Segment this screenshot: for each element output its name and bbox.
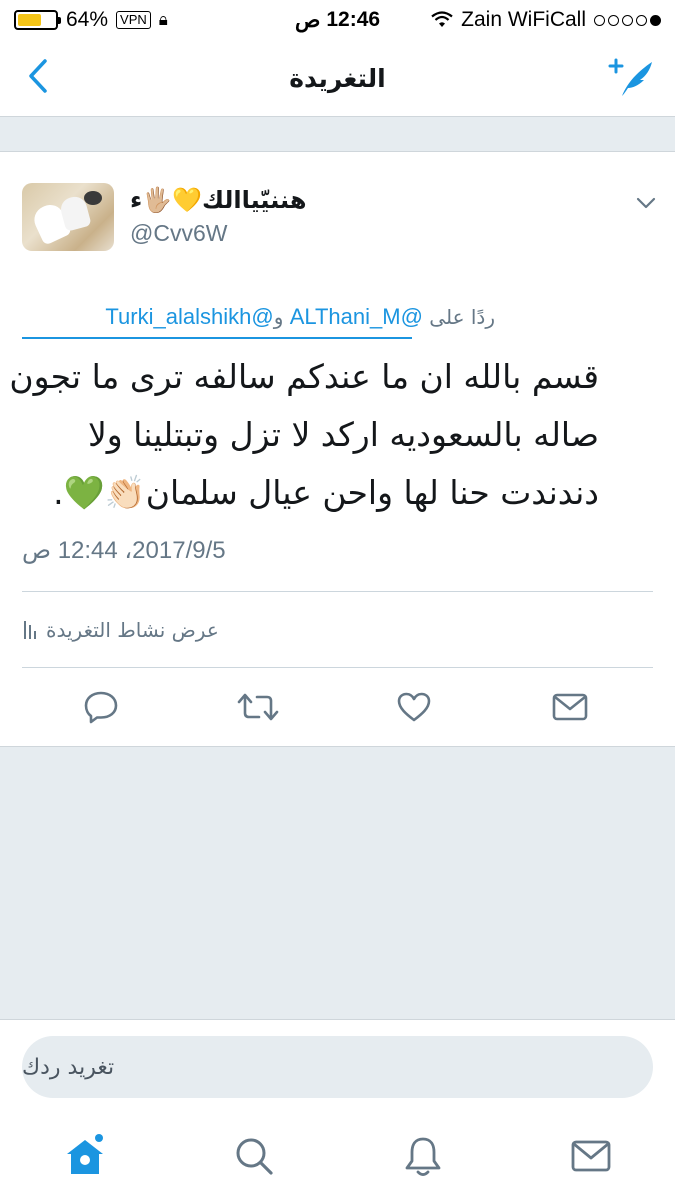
carrier-name: Zain WiFiCall — [461, 8, 586, 31]
retweet-icon — [237, 693, 279, 721]
chevron-left-icon — [29, 59, 47, 93]
mention-underline — [22, 337, 412, 339]
reply-bar: تغريد ردك — [0, 1020, 675, 1120]
tweet-options-button[interactable] — [635, 192, 657, 214]
rotation-lock-icon: 🔒︎ — [158, 10, 168, 29]
wifi-icon — [431, 11, 453, 27]
empty-area — [0, 746, 675, 1020]
tweet-detail: هننيّياالك💛🖐🏼ء @Cvv6W ردًا على @ALThani_… — [0, 152, 675, 746]
tweet-activity-link[interactable]: عرض نشاط التغريدة — [24, 618, 219, 642]
divider — [22, 591, 653, 592]
status-clock: 12:46 — [326, 7, 381, 31]
battery-fill — [18, 14, 42, 26]
reply-and: و — [273, 305, 284, 329]
battery-icon — [14, 10, 61, 30]
tweet-actions — [0, 682, 675, 732]
page-title: التغريدة — [289, 63, 386, 93]
mail-icon — [552, 693, 588, 721]
home-icon — [67, 1134, 103, 1174]
reply-placeholder: تغريد ردك — [22, 1054, 115, 1080]
analytics-icon — [24, 621, 36, 639]
search-icon — [236, 1138, 273, 1175]
reply-prefix: ردًا على — [429, 305, 495, 329]
status-left: 64% VPN 🔒︎ — [14, 8, 168, 32]
status-time: ص 12:46 — [295, 8, 380, 33]
reply-button[interactable] — [76, 682, 126, 732]
signal-icon — [594, 14, 661, 26]
compose-button[interactable] — [607, 54, 657, 100]
reply-icon — [84, 691, 118, 724]
back-button[interactable] — [18, 56, 58, 96]
status-bar: 64% VPN 🔒︎ ص 12:46 Zain WiFiCall — [0, 0, 675, 40]
divider — [22, 667, 653, 668]
reply-input[interactable]: تغريد ردك — [22, 1036, 653, 1098]
avatar[interactable] — [22, 183, 114, 251]
tweet-activity-label: عرض نشاط التغريدة — [46, 618, 219, 642]
tweet-text: قسم بالله ان ما عندكم سالفه ترى ما تجون … — [9, 348, 599, 522]
bell-icon — [405, 1137, 441, 1176]
compose-tweet-icon — [608, 58, 652, 96]
vpn-badge: VPN — [116, 11, 151, 29]
retweet-button[interactable] — [233, 682, 283, 732]
status-ampm: ص — [294, 8, 321, 32]
tweet-text-line: دندندت حنا لها واحن عيال سلمان👏🏻💚. — [53, 473, 599, 512]
tab-notifications[interactable] — [399, 1132, 447, 1180]
tab-messages[interactable] — [567, 1132, 615, 1180]
tab-search[interactable] — [230, 1132, 278, 1180]
user-handle[interactable]: @Cvv6W — [130, 220, 227, 247]
heart-icon — [397, 692, 431, 722]
tweet-timestamp: 2017/9/5، 12:44 ص — [22, 537, 226, 564]
share-button[interactable] — [545, 682, 595, 732]
status-right: Zain WiFiCall — [431, 8, 661, 32]
battery-percent: 64% — [66, 8, 109, 31]
like-button[interactable] — [389, 682, 439, 732]
tweet-text-line: قسم بالله ان ما عندكم سالفه ترى ما تجون — [9, 357, 599, 396]
reply-mention-link[interactable]: @ALThani_M — [290, 304, 423, 329]
tab-home[interactable] — [61, 1132, 109, 1180]
user-display-name[interactable]: هننيّياالك💛🖐🏼ء — [130, 186, 306, 214]
reply-context: ردًا على @ALThani_M و@Turki_alalshikh — [105, 304, 495, 330]
tab-bar — [0, 1120, 675, 1200]
tweet-text-line: صاله بالسعوديه اركد لا تزل وتبتلينا ولا — [87, 415, 599, 454]
chevron-down-icon — [636, 197, 656, 209]
header-separator — [0, 116, 675, 152]
nav-bar: التغريدة — [0, 40, 675, 116]
mail-icon — [571, 1140, 611, 1172]
reply-mention-link[interactable]: @Turki_alalshikh — [105, 304, 273, 329]
